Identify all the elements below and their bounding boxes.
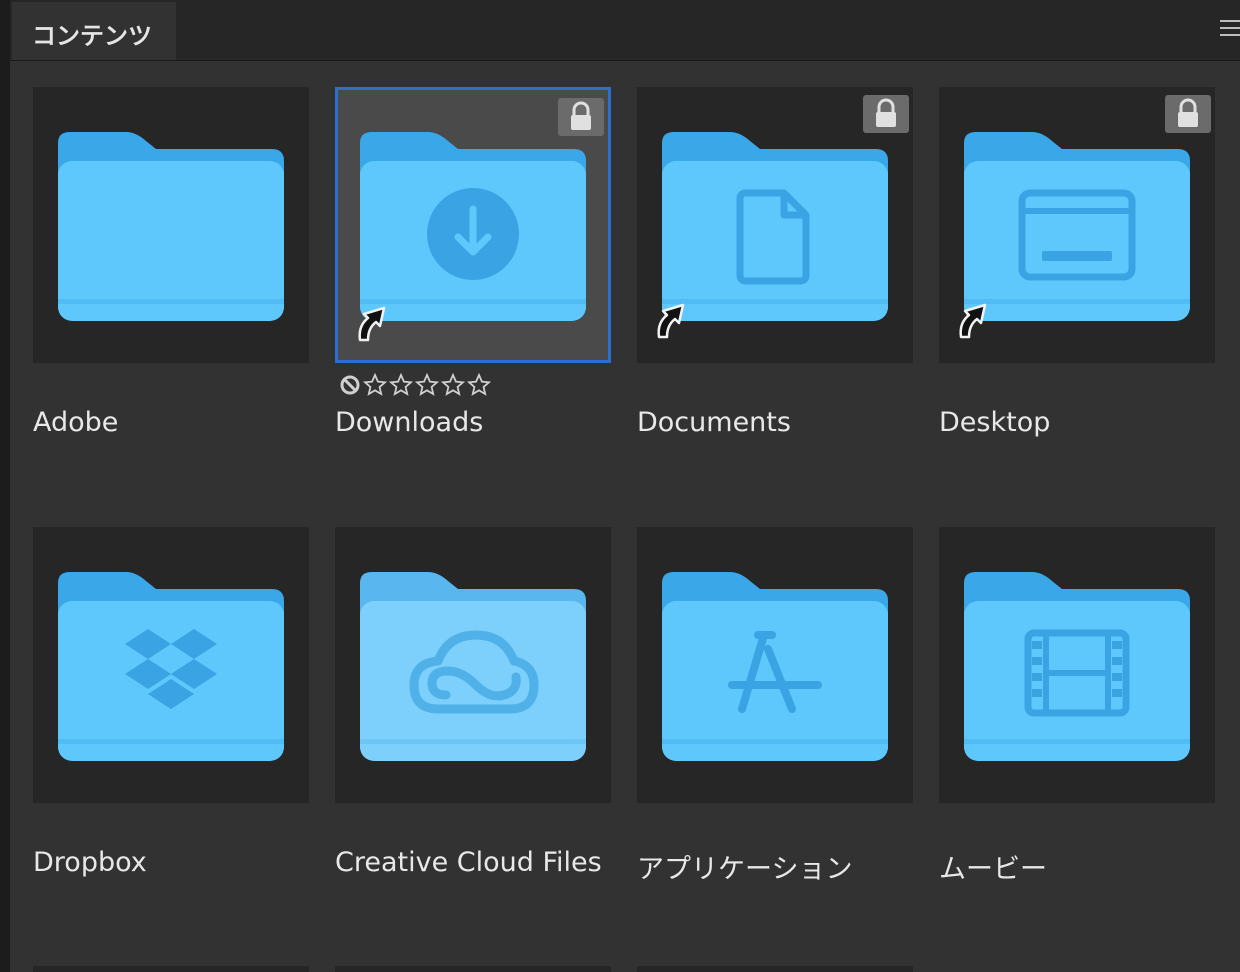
star-icon[interactable] [415, 373, 439, 397]
item-label: Adobe [33, 407, 119, 438]
thumbnail[interactable] [33, 527, 309, 803]
thumbnail[interactable] [33, 966, 309, 972]
folder-icon [964, 572, 1190, 761]
alias-arrow-icon [657, 303, 685, 339]
folder-icon [662, 572, 888, 761]
folder-icon [58, 572, 284, 761]
star-icon[interactable] [441, 373, 465, 397]
panel-tab-bar: コンテンツ [10, 0, 1240, 61]
item-label: アプリケーション [637, 854, 853, 885]
reject-icon[interactable] [339, 374, 361, 396]
item-label: Creative Cloud Files [335, 847, 602, 878]
lock-icon [1165, 95, 1211, 133]
item-label: Dropbox [33, 847, 147, 878]
star-rating[interactable] [339, 373, 491, 397]
thumbnail[interactable] [637, 87, 913, 363]
thumbnail[interactable] [33, 87, 309, 363]
alias-arrow-icon [358, 306, 386, 342]
alias-arrow-icon [959, 303, 987, 339]
item-label: Desktop [939, 407, 1051, 438]
thumbnail[interactable] [637, 527, 913, 803]
folder-icon [662, 132, 888, 321]
folder-icon [360, 132, 586, 321]
tab-content[interactable]: コンテンツ [12, 2, 176, 60]
star-icon[interactable] [467, 373, 491, 397]
thumbnail[interactable] [637, 966, 913, 972]
folder-icon [58, 132, 284, 321]
thumbnail[interactable] [939, 87, 1215, 363]
hamburger-menu-icon[interactable] [1220, 20, 1240, 40]
star-icon[interactable] [363, 373, 387, 397]
folder-icon [964, 132, 1190, 321]
lock-icon [558, 98, 604, 136]
item-label: ムービー [939, 854, 1047, 885]
folder-icon [360, 572, 586, 761]
item-label: Documents [637, 407, 791, 438]
content-panel: コンテンツ Adobe Downloads Documents Desktop … [10, 0, 1240, 972]
thumbnail[interactable] [335, 966, 611, 972]
thumbnail[interactable] [939, 527, 1215, 803]
item-label: Downloads [335, 407, 484, 438]
star-icon[interactable] [389, 373, 413, 397]
lock-icon [863, 95, 909, 133]
thumbnail[interactable] [335, 527, 611, 803]
thumbnail-selected[interactable] [335, 87, 611, 363]
